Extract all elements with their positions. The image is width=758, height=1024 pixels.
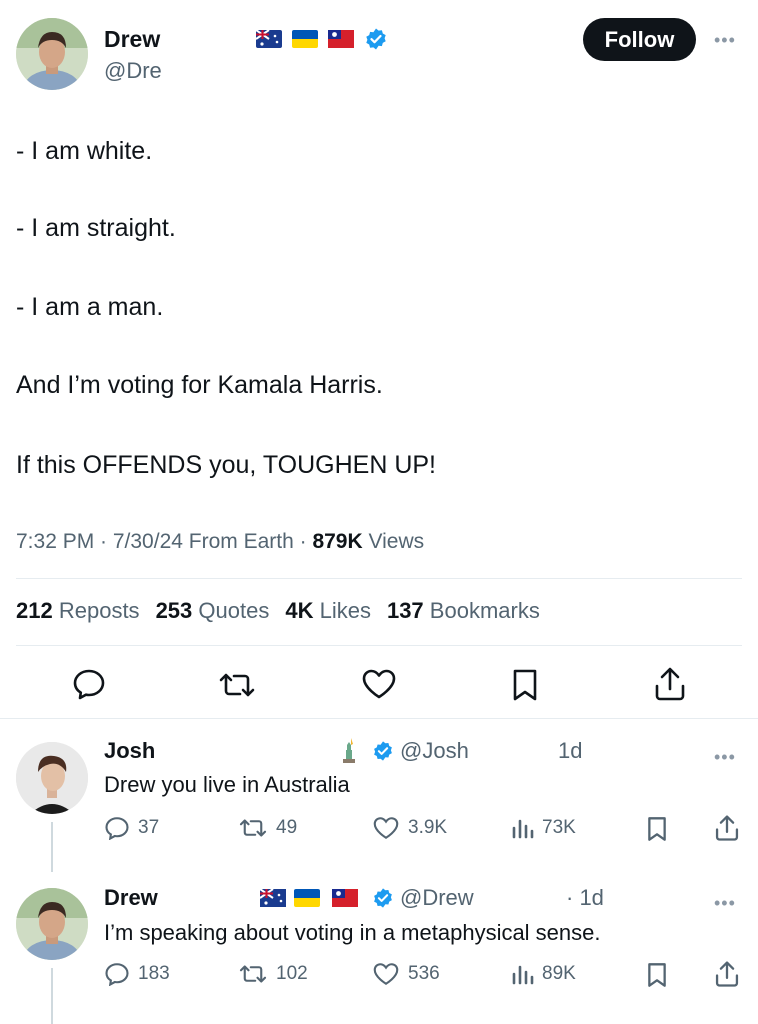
author-handle[interactable]: @Dre <box>104 58 162 84</box>
reply-views-action[interactable]: 89K <box>510 962 576 986</box>
tweet-line-1: - I am white. <box>16 137 153 165</box>
divider <box>16 645 742 646</box>
bookmark-icon[interactable] <box>646 816 668 842</box>
share-icon[interactable] <box>714 960 740 988</box>
reply-time[interactable]: 1d <box>558 738 582 764</box>
reply-icon[interactable] <box>72 668 106 700</box>
reply-text: I’m speaking about voting in a metaphysi… <box>104 920 601 945</box>
reply-reply-action[interactable]: 37 <box>104 816 159 840</box>
tweet-meta: 7:32 PM · 7/30/24 From Earth · 879K View… <box>16 530 424 554</box>
redacted-name <box>166 29 250 49</box>
quotes-stat[interactable]: 253 Quotes <box>156 598 270 624</box>
reply-author-handle[interactable]: @Josh <box>400 738 469 764</box>
bookmark-icon[interactable] <box>646 962 668 988</box>
reply-time[interactable]: · 1d <box>566 885 604 911</box>
statue-of-liberty-icon <box>336 736 362 769</box>
ukraine-flag-icon <box>294 889 320 907</box>
reply-repost-action[interactable]: 49 <box>238 816 297 840</box>
tweet-line-2: - I am straight. <box>16 214 176 242</box>
ukraine-flag-icon <box>292 30 319 48</box>
like-icon[interactable] <box>361 668 397 700</box>
follow-button[interactable]: Follow <box>583 18 696 61</box>
reposts-stat[interactable]: 212 Reposts <box>16 598 140 624</box>
reply-author-handle[interactable]: @Drew <box>400 885 474 911</box>
tweet-timestamp[interactable]: 7:32 PM · 7/30/24 From Earth · <box>16 530 312 553</box>
tweet-line-5: If this OFFENDS you, TOUGHEN UP! <box>16 451 436 479</box>
reply-like-action[interactable]: 3.9K <box>372 816 447 840</box>
share-icon[interactable] <box>653 666 687 702</box>
reply-views-action[interactable]: 73K <box>510 816 576 840</box>
bookmark-icon[interactable] <box>511 668 539 702</box>
reply-avatar[interactable] <box>16 742 88 814</box>
repost-icon[interactable] <box>217 670 257 700</box>
reply-author-name[interactable]: Josh <box>104 738 155 764</box>
repost-icon <box>239 819 267 837</box>
author-avatar[interactable] <box>16 18 88 90</box>
reply-header: Josh @Josh 1d <box>104 738 704 766</box>
repost-icon <box>239 965 267 983</box>
reply-like-action[interactable]: 536 <box>372 962 440 986</box>
views-label: Views <box>368 530 425 553</box>
views-icon <box>512 819 534 839</box>
author-name-row: Drew <box>104 24 388 54</box>
author-name[interactable]: Drew <box>104 26 160 53</box>
verified-badge-icon <box>372 887 394 909</box>
reply-icon <box>105 963 129 986</box>
thread-line <box>51 822 53 872</box>
australia-flag-icon <box>255 29 283 48</box>
tweet-line-3: - I am a man. <box>16 293 164 321</box>
bookmarks-stat[interactable]: 137 Bookmarks <box>387 598 540 624</box>
more-icon[interactable]: ••• <box>714 894 736 912</box>
taiwan-flag-icon <box>332 889 358 907</box>
like-icon <box>373 963 399 985</box>
reply-header: Drew @Drew · 1d <box>104 885 704 913</box>
verified-badge-icon <box>372 740 394 762</box>
thread-line <box>51 968 53 1024</box>
reply-text: Drew you live in Australia <box>104 772 350 797</box>
divider <box>0 718 758 719</box>
reply-author-name[interactable]: Drew <box>104 885 158 911</box>
taiwan-flag-icon <box>328 30 355 48</box>
more-icon[interactable]: ••• <box>714 31 736 49</box>
engagement-stats: 212 Reposts 253 Quotes 4K Likes 137 Book… <box>16 598 540 624</box>
reply-reply-action[interactable]: 183 <box>104 962 170 986</box>
views-icon <box>512 965 534 985</box>
reply-icon <box>105 817 129 840</box>
like-icon <box>373 817 399 839</box>
more-icon[interactable]: ••• <box>714 748 736 766</box>
tweet-line-4: And I’m voting for Kamala Harris. <box>16 371 383 399</box>
reply-avatar[interactable] <box>16 888 88 960</box>
verified-badge-icon <box>364 27 388 51</box>
likes-stat[interactable]: 4K Likes <box>285 598 371 624</box>
share-icon[interactable] <box>714 814 740 842</box>
views-count: 879K <box>312 530 363 553</box>
australia-flag-icon <box>259 888 286 907</box>
reply-repost-action[interactable]: 102 <box>238 962 308 986</box>
divider <box>16 578 742 579</box>
